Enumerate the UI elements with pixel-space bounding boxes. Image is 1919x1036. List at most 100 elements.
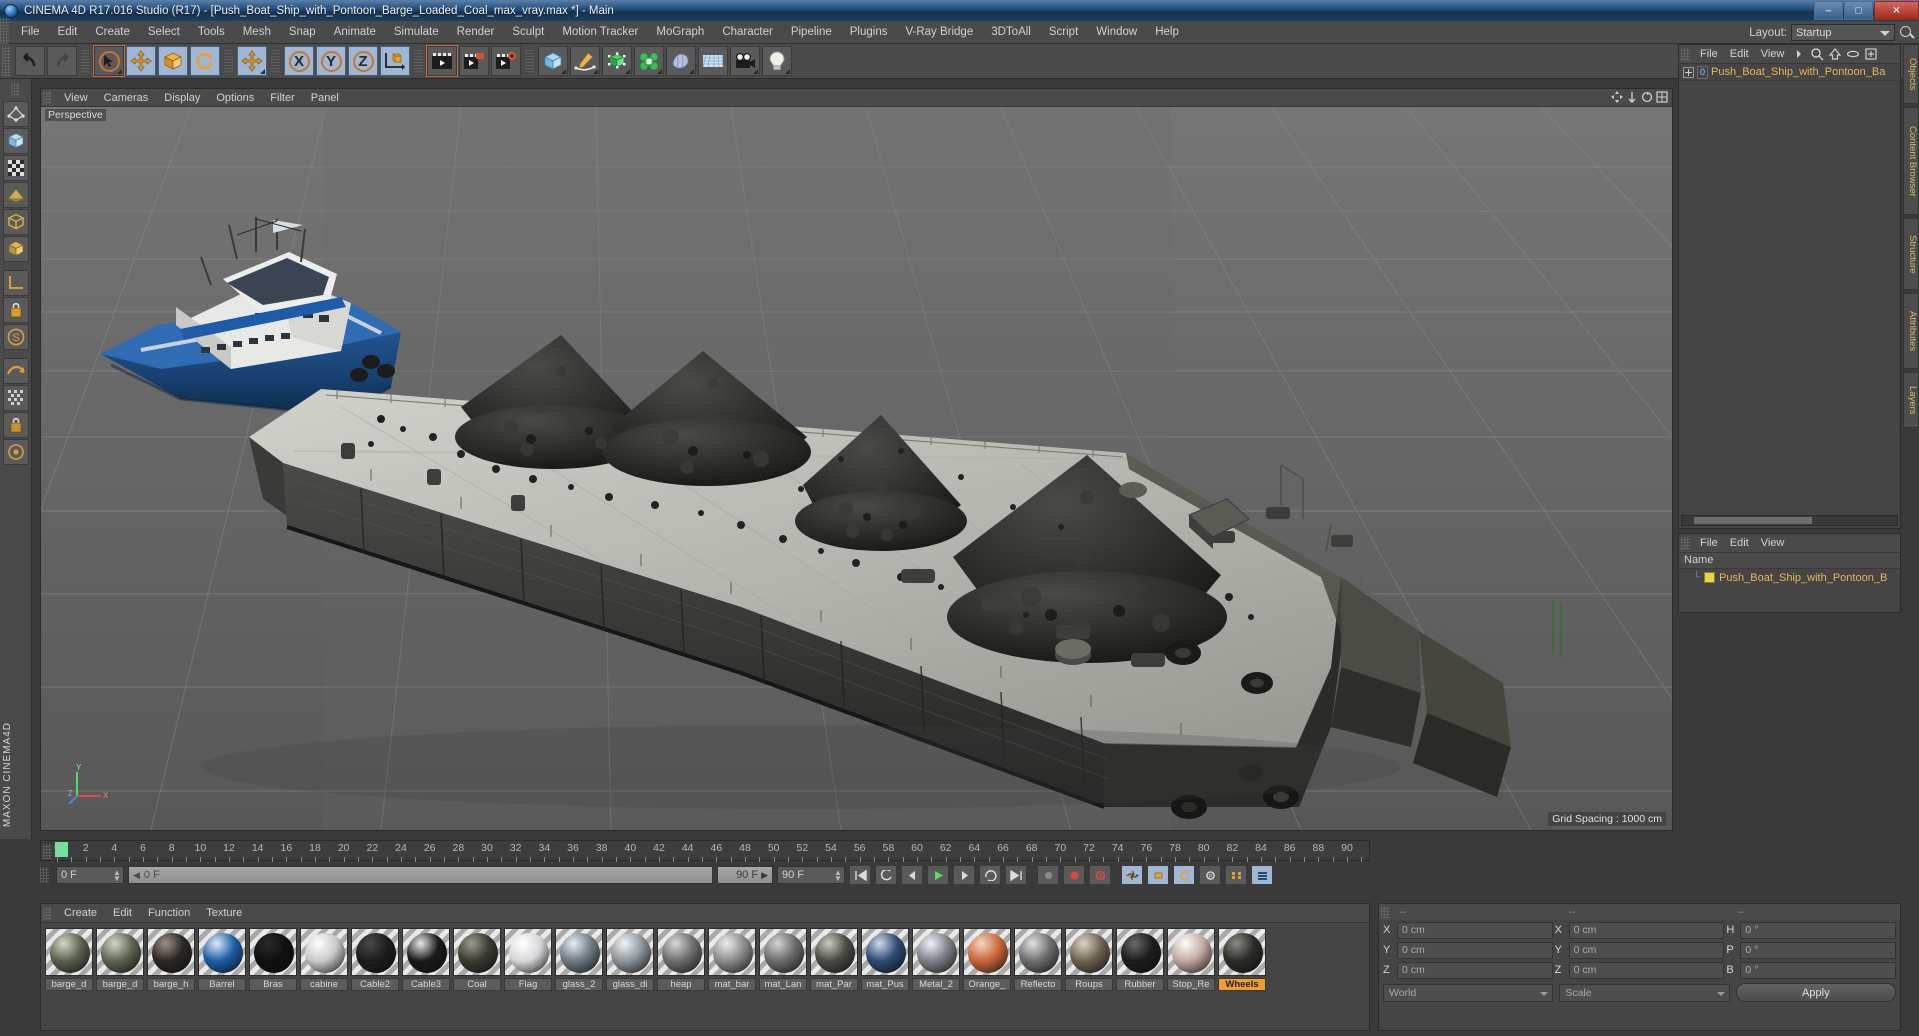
material-name[interactable]: Orange_ [963,978,1011,991]
layer-menu-file[interactable]: File [1694,536,1724,550]
close-button[interactable]: ✕ [1874,1,1919,20]
material-preview[interactable] [351,928,399,976]
material-name[interactable]: mat_Par [810,978,858,991]
quantize-button[interactable] [3,385,29,411]
polygons-mode-button[interactable] [3,236,29,262]
material-preview[interactable] [402,928,450,976]
viewport-menu-cameras[interactable]: Cameras [96,91,157,105]
menu-item-sculpt[interactable]: Sculpt [503,23,553,41]
go-up-level-icon[interactable] [1828,47,1842,61]
material-name[interactable]: heap [657,978,705,991]
material-name[interactable]: Roups [1065,978,1113,991]
object-menu-file[interactable]: File [1694,47,1724,61]
material-cell[interactable]: glass_2 [555,928,603,991]
layer-manager-grip[interactable] [1681,536,1690,550]
coordinate-mode-dropdown[interactable]: Scale [1559,983,1730,1002]
minimize-button[interactable]: – [1814,1,1843,20]
lock-z-axis-button[interactable]: Z [348,46,378,76]
workplane-button[interactable] [3,358,29,384]
material-preview[interactable] [861,928,909,976]
snap-settings-button[interactable]: S [3,324,29,350]
overflow-arrow-icon[interactable] [1792,47,1806,61]
spinner-icon-2[interactable]: ▲ ▼ [834,869,842,883]
material-name[interactable]: barge_d [45,978,93,991]
material-preview[interactable] [198,928,246,976]
material-preview[interactable] [1218,928,1266,976]
object-menu-view[interactable]: View [1755,47,1791,61]
size-z-field[interactable]: 0 cm [1568,961,1725,979]
material-preview[interactable] [504,928,552,976]
tab-objects[interactable]: Objects [1903,44,1919,104]
pos-x-field[interactable]: 0 cm [1397,921,1553,939]
menu-item-window[interactable]: Window [1087,23,1146,41]
rotate-view-icon[interactable] [1641,91,1653,103]
timeline-expand-button[interactable] [1251,865,1273,885]
material-preview[interactable] [963,928,1011,976]
lock-axis-button[interactable] [3,297,29,323]
layer-menu-edit[interactable]: Edit [1724,536,1755,550]
menu-item-create[interactable]: Create [86,23,139,41]
material-menu-function[interactable]: Function [140,906,198,920]
material-preview[interactable] [300,928,348,976]
nurbs-generator-button[interactable] [602,46,632,76]
object-search-icon[interactable] [1810,47,1824,61]
menu-item-script[interactable]: Script [1040,23,1087,41]
material-cell[interactable]: Barrel [198,928,246,991]
material-cell[interactable]: Reflecto [1014,928,1062,991]
layout-dropdown[interactable]: Startup [1791,24,1895,41]
material-name[interactable]: mat_Lan [759,978,807,991]
tab-layers[interactable]: Layers [1903,372,1919,428]
object-menu-edit[interactable]: Edit [1724,47,1755,61]
points-mode-button[interactable] [3,182,29,208]
size-x-field[interactable]: 0 cm [1568,921,1725,939]
material-cell[interactable]: Coal [453,928,501,991]
menu-item-tools[interactable]: Tools [189,23,234,41]
previous-frame-button[interactable] [901,865,923,885]
rot-p-field[interactable]: 0 ° [1740,941,1897,959]
material-preview[interactable] [1065,928,1113,976]
material-name[interactable]: Reflecto [1014,978,1062,991]
next-frame-button[interactable] [953,865,975,885]
viewport-menu-view[interactable]: View [56,91,96,105]
spinner-icon[interactable]: ▲ ▼ [113,869,121,883]
material-cell[interactable]: Metal_2 [912,928,960,991]
menu-item-file[interactable]: File [12,23,49,41]
viewport-3d-scene[interactable]: Perspective Grid Spacing : 1000 cm Y X Z [41,107,1672,830]
menu-grip[interactable] [0,17,9,47]
menu-item-edit[interactable]: Edit [49,23,87,41]
visibility-dot-icon[interactable] [1846,47,1860,61]
rot-b-field[interactable]: 0 ° [1740,961,1897,979]
material-preview[interactable] [759,928,807,976]
apply-button[interactable]: Apply [1735,983,1896,1002]
menu-item-mograph[interactable]: MoGraph [647,23,713,41]
workplane-mode-button[interactable] [3,439,29,465]
material-name[interactable]: Coal [453,978,501,991]
timeline-ruler[interactable]: 0 2 4 6 8 10 12 14 16 18 20 22 24 26 28 30 32 34 36 38 40 42 4… [40,840,1370,862]
timeline-grip[interactable] [43,844,52,859]
max-frame-field[interactable]: 90 F ▲ ▼ [777,866,845,884]
move-tool-button[interactable] [126,46,156,76]
tab-content-browser[interactable]: Content Browser [1903,107,1919,215]
layer-color-swatch[interactable] [1704,572,1716,583]
viewport-menu-options[interactable]: Options [208,91,262,105]
material-preview[interactable] [810,928,858,976]
material-name[interactable]: glass_2 [555,978,603,991]
left-palette-grip[interactable] [11,83,20,97]
material-preview[interactable] [1014,928,1062,976]
material-name[interactable]: barge_d [96,978,144,991]
spline-pen-button[interactable] [570,46,600,76]
loop-button[interactable] [979,865,1001,885]
menu-item-help[interactable]: Help [1146,23,1188,41]
texture-mode-button[interactable] [3,155,29,181]
material-cell[interactable]: Orange_ [963,928,1011,991]
current-frame-field[interactable]: 0 F ▲ ▼ [56,866,124,884]
rotate-tool-button[interactable] [190,46,220,76]
play-button[interactable] [927,865,949,885]
render-to-picture-viewer-button[interactable] [459,46,489,76]
move-duplicate-button[interactable] [237,46,267,76]
material-cell[interactable]: Flag [504,928,552,991]
material-cell[interactable]: barge_d [45,928,93,991]
coordinate-system-dropdown[interactable]: World [1383,983,1554,1002]
make-editable-button[interactable] [3,101,29,127]
material-cell[interactable]: cabine [300,928,348,991]
